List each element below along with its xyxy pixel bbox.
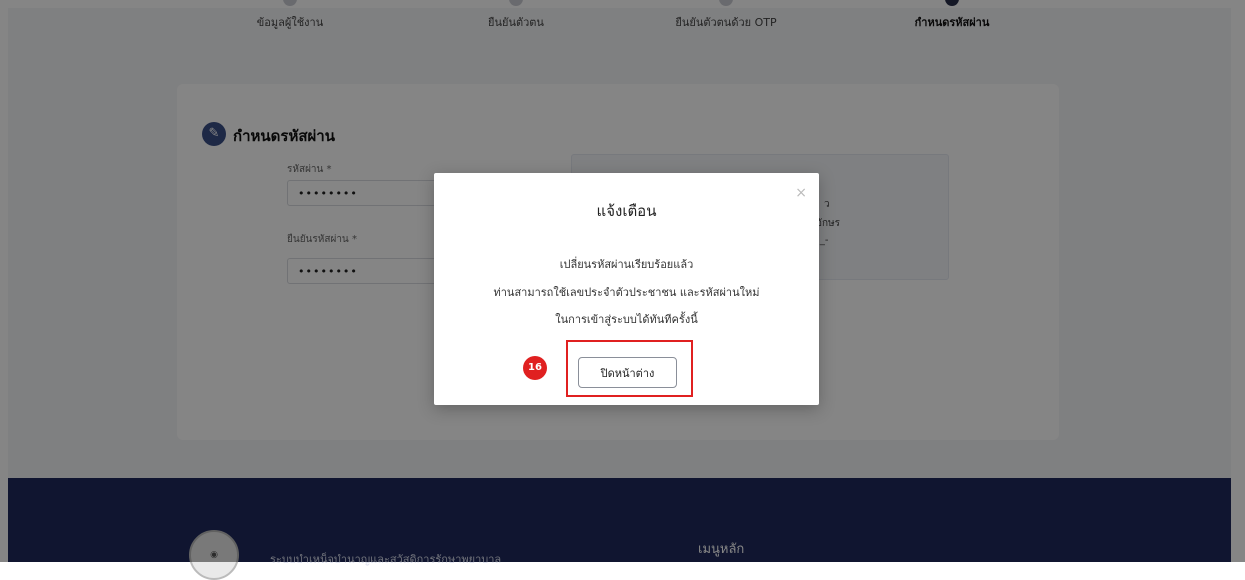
modal-message-line-3: ในการเข้าสู่ระบบได้ทันทีครั้งนี้ (555, 313, 698, 326)
modal-message-line-2: ท่านสามารถใช้เลขประจำตัวประชาชน และรหัสผ… (493, 286, 760, 299)
page: ข้อมูลผู้ใช้งาน ยืนยันตัวตน ยืนยันตัวตนด… (0, 0, 1245, 580)
step-number-badge: 16 (523, 356, 547, 380)
close-window-button[interactable]: ปิดหน้าต่าง (578, 357, 677, 388)
alert-modal: × แจ้งเตือน เปลี่ยนรหัสผ่านเรียบร้อยแล้ว… (434, 173, 819, 405)
modal-title: แจ้งเตือน (596, 202, 657, 220)
modal-message-line-1: เปลี่ยนรหัสผ่านเรียบร้อยแล้ว (559, 258, 694, 271)
